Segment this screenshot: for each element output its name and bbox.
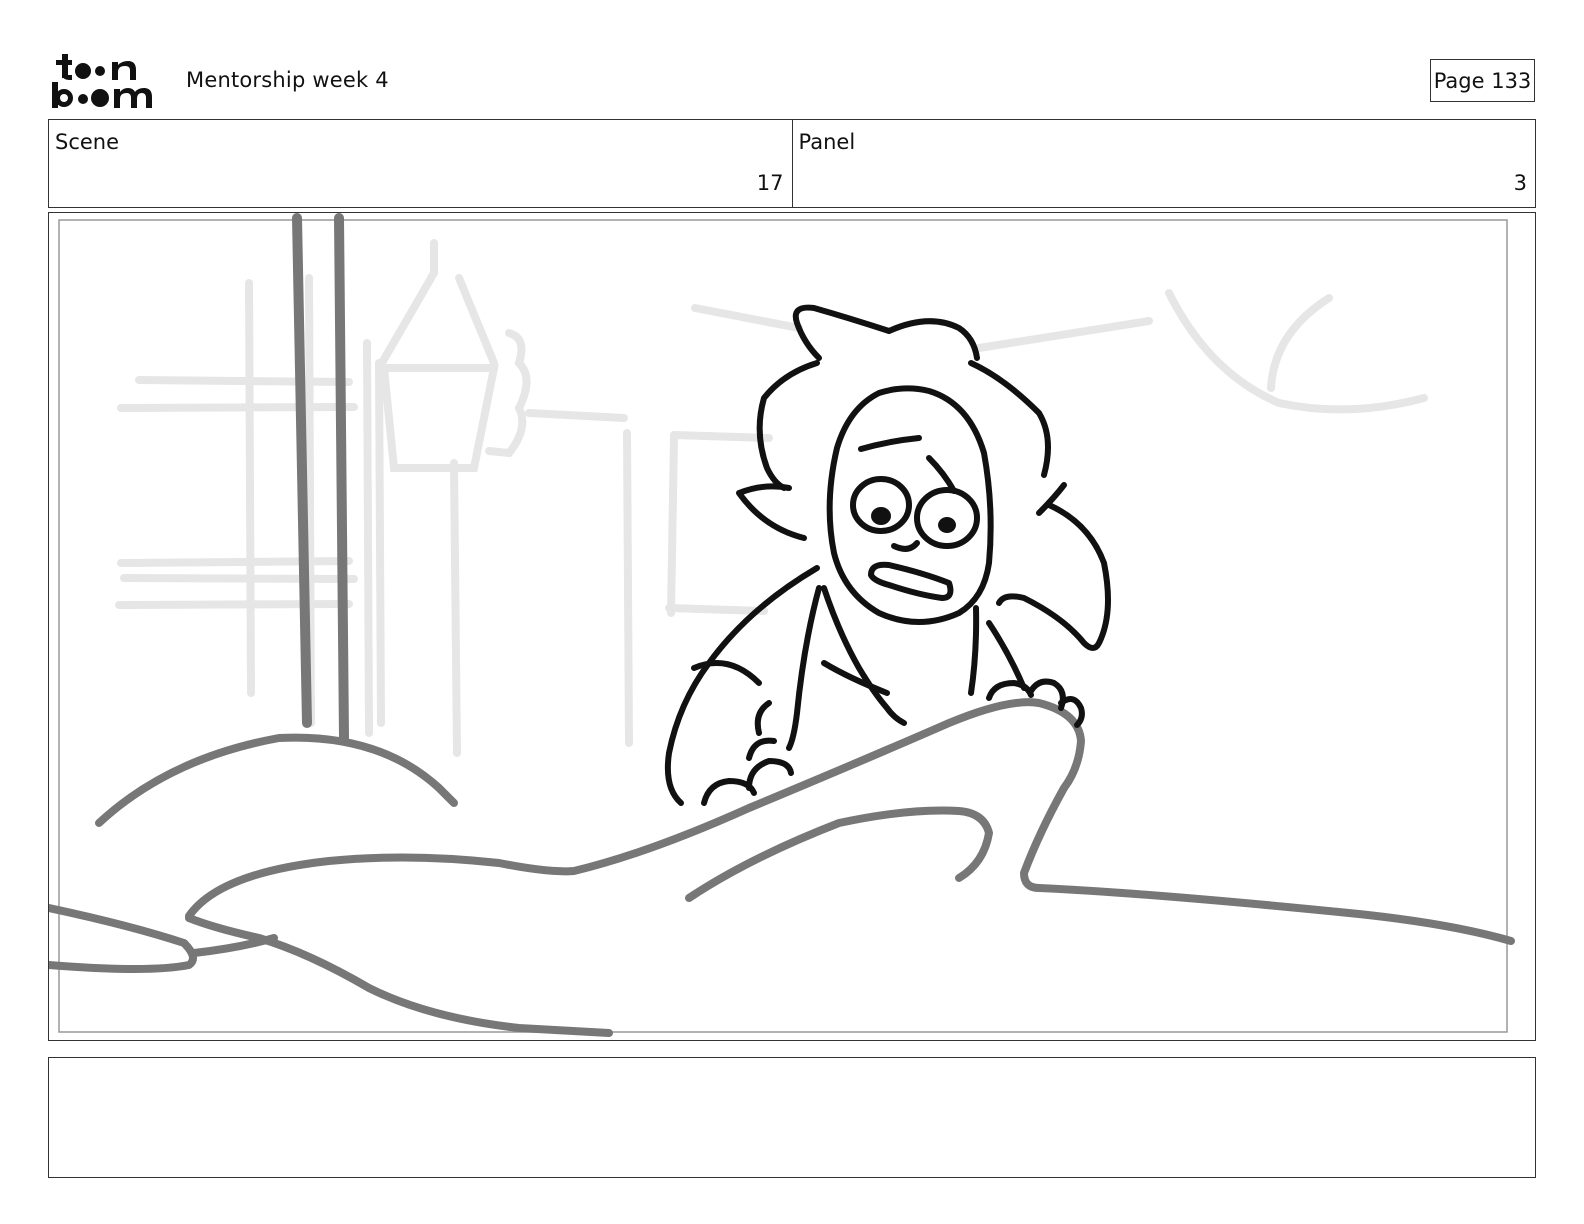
background-sketch	[115, 239, 1428, 757]
character-sketch	[664, 304, 1111, 806]
storyboard-sketch	[49, 213, 1515, 1037]
toon-boom-logo	[52, 54, 152, 108]
panel-cell: Panel 3	[791, 120, 1536, 207]
scene-panel-info-row: Scene 17 Panel 3	[48, 119, 1536, 208]
scene-label: Scene	[55, 130, 120, 154]
page-number-box: Page 133	[1430, 59, 1535, 102]
bed-blanket	[49, 698, 1515, 1037]
scene-number: 17	[756, 171, 784, 195]
scene-cell: Scene 17	[49, 120, 792, 207]
panel-number: 3	[1513, 171, 1527, 195]
document-title: Mentorship week 4	[186, 68, 389, 92]
page-number: Page 133	[1433, 68, 1532, 93]
window-bars	[292, 213, 349, 743]
panel-label: Panel	[798, 130, 856, 154]
storyboard-panel-frame	[48, 212, 1536, 1041]
caption-box	[48, 1057, 1536, 1178]
